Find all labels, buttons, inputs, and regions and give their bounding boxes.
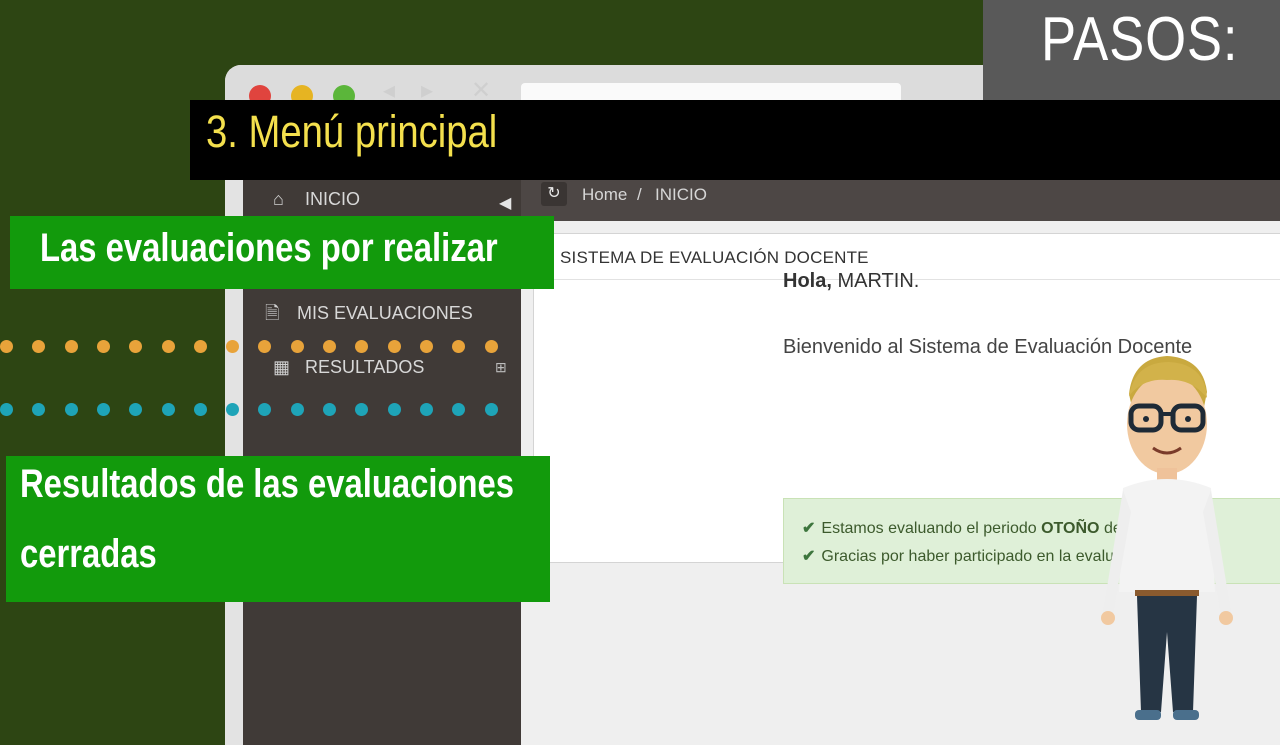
steps-box: PASOS: bbox=[983, 0, 1280, 100]
sidebar-item-inicio[interactable]: ⌂ INICIO bbox=[273, 189, 360, 210]
dot bbox=[290, 340, 304, 353]
callout-text-line1: Resultados de las evaluaciones bbox=[20, 462, 515, 506]
callout-text: Las evaluaciones por realizar bbox=[40, 226, 498, 270]
check-icon: ✔ bbox=[802, 520, 816, 537]
check-icon: ✔ bbox=[802, 548, 816, 565]
dot bbox=[355, 340, 369, 353]
dot bbox=[452, 340, 466, 353]
greeting-label: Hola, bbox=[783, 270, 832, 292]
callout-pending-evaluations: Las evaluaciones por realizar bbox=[10, 216, 554, 289]
dot bbox=[323, 340, 336, 353]
sidebar-item-label: MIS EVALUACIONES bbox=[297, 303, 473, 323]
dot bbox=[193, 340, 207, 353]
expand-icon[interactable]: ⊞ bbox=[495, 359, 507, 376]
dot bbox=[129, 340, 143, 353]
dot bbox=[64, 340, 78, 353]
alert-text: Estamos evaluando el periodo bbox=[821, 520, 1037, 537]
breadcrumb-home[interactable]: Home bbox=[582, 185, 627, 205]
table-icon: ▦ bbox=[273, 357, 291, 377]
greeting: Hola, MARTIN. bbox=[783, 270, 919, 293]
callout-closed-results: Resultados de las evaluaciones cerradas bbox=[6, 456, 550, 602]
dot bbox=[32, 403, 46, 416]
sidebar-item-resultados[interactable]: ▦ RESULTADOS bbox=[273, 357, 424, 378]
user-name: MARTIN. bbox=[837, 270, 920, 292]
refresh-icon[interactable]: ↻ bbox=[541, 182, 567, 206]
dot bbox=[484, 403, 498, 416]
sidebar-item-mis-evaluaciones[interactable]: 🗎 MIS EVALUACIONES bbox=[265, 301, 473, 331]
cartoon-character bbox=[1101, 356, 1233, 720]
dotted-line-orange bbox=[0, 340, 520, 354]
dot bbox=[96, 340, 110, 353]
dot bbox=[64, 403, 78, 416]
dot bbox=[323, 403, 336, 416]
step-title: 3. Menú principal bbox=[206, 106, 498, 157]
dot bbox=[161, 403, 175, 416]
dot bbox=[226, 340, 240, 353]
dot bbox=[290, 403, 304, 416]
dot bbox=[387, 403, 401, 416]
document-icon: 🗎 bbox=[265, 303, 280, 323]
collapse-sidebar-icon[interactable]: ◀ bbox=[499, 193, 511, 213]
dot bbox=[129, 403, 143, 416]
alert-period: OTOÑO bbox=[1041, 520, 1100, 537]
home-icon: ⌂ bbox=[273, 189, 284, 209]
dot bbox=[419, 340, 433, 353]
dot bbox=[161, 340, 175, 353]
dot bbox=[226, 403, 240, 416]
dot bbox=[0, 403, 13, 416]
dotted-line-teal bbox=[0, 403, 520, 417]
steps-label: PASOS: bbox=[1041, 5, 1239, 74]
dot bbox=[258, 403, 272, 416]
callout-text-line2: cerradas bbox=[20, 532, 157, 576]
step-title-bar: 3. Menú principal bbox=[190, 100, 1280, 180]
dot bbox=[258, 340, 272, 353]
dot bbox=[355, 403, 369, 416]
breadcrumb-separator: / bbox=[637, 185, 642, 204]
sidebar-item-label: RESULTADOS bbox=[305, 357, 425, 377]
sidebar-item-label: INICIO bbox=[305, 189, 361, 209]
dot bbox=[32, 340, 46, 353]
dot bbox=[193, 403, 207, 416]
dot bbox=[387, 340, 401, 353]
dot bbox=[96, 403, 110, 416]
dot bbox=[484, 340, 498, 353]
dot bbox=[419, 403, 433, 416]
dot bbox=[0, 340, 13, 353]
dot bbox=[452, 403, 466, 416]
breadcrumb-current: INICIO bbox=[655, 185, 707, 204]
